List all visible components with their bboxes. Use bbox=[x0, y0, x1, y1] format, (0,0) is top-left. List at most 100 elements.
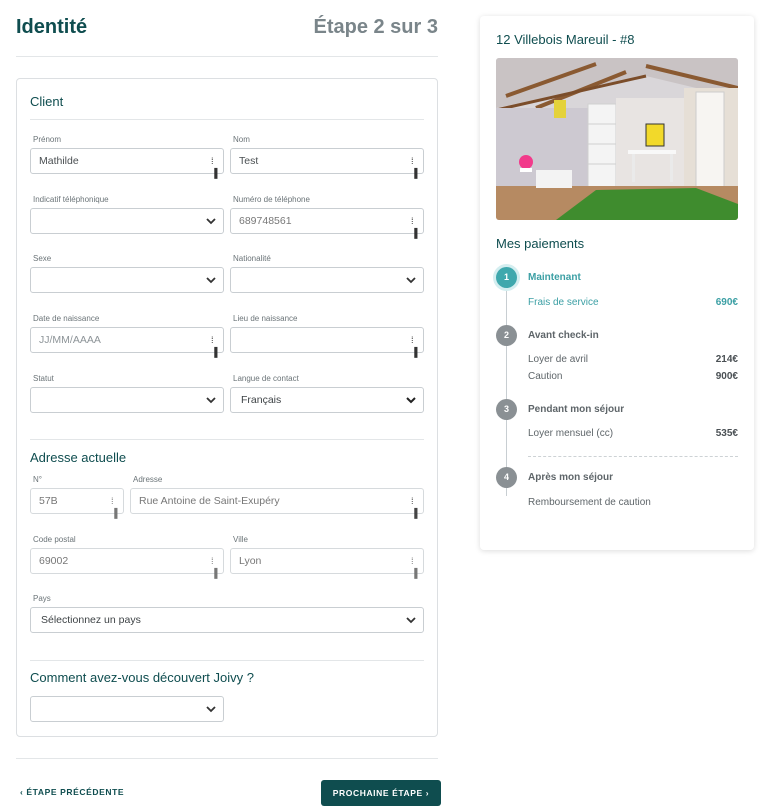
chevron-right-icon: › bbox=[422, 788, 430, 798]
page-header: Identité Étape 2 sur 3 bbox=[16, 16, 438, 56]
timeline-dashed-divider bbox=[528, 456, 738, 457]
payment-line-item: Caution 900€ bbox=[528, 371, 738, 382]
adresse-label: Adresse bbox=[133, 475, 163, 484]
step-4-circle: 4 bbox=[496, 467, 517, 488]
ville-label: Ville bbox=[233, 535, 248, 544]
prenom-input[interactable]: Mathilde ⁞▐ bbox=[30, 148, 224, 178]
step-1-title: Maintenant bbox=[528, 272, 581, 283]
statut-select[interactable] bbox=[30, 387, 224, 413]
adresse-section-title: Adresse actuelle bbox=[30, 450, 127, 465]
payment-line-item: Frais de service 690€ bbox=[528, 297, 738, 308]
date-naissance-label: Date de naissance bbox=[33, 314, 100, 323]
payment-amount: 900€ bbox=[715, 371, 738, 382]
chevron-down-icon bbox=[206, 706, 216, 713]
payment-label: Caution bbox=[528, 371, 563, 382]
adresse-section-divider bbox=[30, 439, 424, 440]
lieu-naissance-input[interactable]: ⁞▐ bbox=[230, 327, 424, 357]
password-manager-icon[interactable]: ⁞▐ bbox=[411, 555, 419, 578]
chevron-down-icon bbox=[406, 277, 416, 284]
password-manager-icon[interactable]: ⁞▐ bbox=[211, 334, 219, 357]
nationalite-select[interactable] bbox=[230, 267, 424, 293]
numero-value: 57B bbox=[39, 495, 58, 507]
code-postal-value: 69002 bbox=[39, 555, 69, 567]
nom-value: Test bbox=[239, 155, 259, 167]
password-manager-icon[interactable]: ⁞▐ bbox=[411, 215, 419, 238]
payment-label: Loyer mensuel (cc) bbox=[528, 428, 614, 439]
pays-label: Pays bbox=[33, 594, 51, 603]
date-naissance-input[interactable]: JJ/MM/AAAA ⁞▐ bbox=[30, 327, 224, 357]
nom-label: Nom bbox=[233, 135, 250, 144]
identity-form: Client Prénom Mathilde ⁞▐ Nom Test ⁞▐ In… bbox=[16, 78, 438, 737]
date-naissance-placeholder: JJ/MM/AAAA bbox=[39, 334, 101, 346]
step-1-circle: 1 bbox=[496, 267, 517, 288]
nationalite-label: Nationalité bbox=[233, 254, 271, 263]
footer-divider bbox=[16, 758, 438, 759]
sexe-label: Sexe bbox=[33, 254, 52, 263]
payment-line-item: Remboursement de caution bbox=[528, 497, 738, 508]
decouverte-select[interactable] bbox=[30, 696, 224, 722]
nom-input[interactable]: Test ⁞▐ bbox=[230, 148, 424, 178]
step-4-title: Après mon séjour bbox=[528, 472, 614, 483]
password-manager-icon[interactable]: ⁞▐ bbox=[211, 555, 219, 578]
lieu-naissance-label: Lieu de naissance bbox=[233, 314, 298, 323]
chevron-down-icon bbox=[206, 397, 216, 404]
next-step-label: PROCHAINE ÉTAPE bbox=[332, 788, 423, 798]
payment-amount: 214€ bbox=[715, 354, 738, 365]
ville-value: Lyon bbox=[239, 555, 262, 567]
decouverte-section-divider bbox=[30, 660, 424, 661]
password-manager-icon[interactable]: ⁞▐ bbox=[211, 155, 219, 178]
telephone-input[interactable]: 689748561 ⁞▐ bbox=[230, 208, 424, 238]
decouverte-title: Comment avez-vous découvert Joivy ? bbox=[30, 670, 254, 685]
step-3-circle: 3 bbox=[496, 399, 517, 420]
chevron-down-icon bbox=[206, 218, 216, 225]
client-section-divider bbox=[30, 119, 424, 120]
previous-step-link[interactable]: ‹ ÉTAPE PRÉCÉDENTE bbox=[20, 787, 124, 797]
payments-title: Mes paiements bbox=[496, 236, 585, 251]
code-postal-label: Code postal bbox=[33, 535, 76, 544]
timeline-line bbox=[506, 287, 507, 496]
pays-select[interactable]: Sélectionnez un pays bbox=[30, 607, 424, 633]
chevron-down-icon bbox=[406, 617, 416, 624]
step-2-title: Avant check-in bbox=[528, 330, 599, 341]
pays-value: Sélectionnez un pays bbox=[41, 614, 141, 626]
indicatif-select[interactable] bbox=[30, 208, 224, 234]
langue-value: Français bbox=[241, 394, 282, 406]
password-manager-icon[interactable]: ⁞▐ bbox=[411, 334, 419, 357]
booking-summary-card: 12 Villebois Mareuil - #8 Mes paiements … bbox=[480, 16, 754, 550]
password-manager-icon[interactable]: ⁞▐ bbox=[411, 155, 419, 178]
langue-select[interactable]: Français bbox=[230, 387, 424, 413]
indicatif-label: Indicatif téléphonique bbox=[33, 195, 109, 204]
sexe-select[interactable] bbox=[30, 267, 224, 293]
prenom-value: Mathilde bbox=[39, 155, 79, 167]
password-manager-icon[interactable]: ⁞▐ bbox=[411, 495, 419, 518]
prenom-label: Prénom bbox=[33, 135, 62, 144]
payment-amount: 690€ bbox=[715, 297, 738, 308]
step-2-circle: 2 bbox=[496, 325, 517, 346]
password-manager-icon[interactable]: ⁞▐ bbox=[111, 495, 119, 518]
room-photo-image bbox=[496, 58, 738, 220]
payment-line-item: Loyer de avril 214€ bbox=[528, 354, 738, 365]
code-postal-input[interactable]: 69002 ⁞▐ bbox=[30, 548, 224, 578]
payment-label: Loyer de avril bbox=[528, 354, 589, 365]
adresse-value: Rue Antoine de Saint-Exupéry bbox=[139, 495, 280, 507]
numero-input[interactable]: 57B ⁞▐ bbox=[30, 488, 124, 518]
ville-input[interactable]: Lyon ⁞▐ bbox=[230, 548, 424, 578]
telephone-value: 689748561 bbox=[239, 215, 292, 227]
adresse-input[interactable]: Rue Antoine de Saint-Exupéry ⁞▐ bbox=[130, 488, 424, 518]
payment-amount: 535€ bbox=[715, 428, 738, 439]
payment-label: Frais de service bbox=[528, 297, 599, 308]
chevron-down-icon bbox=[206, 277, 216, 284]
step-indicator: Étape 2 sur 3 bbox=[313, 16, 438, 38]
header-divider bbox=[16, 56, 438, 57]
langue-label: Langue de contact bbox=[233, 374, 299, 383]
next-step-button[interactable]: PROCHAINE ÉTAPE › bbox=[321, 780, 441, 806]
page-title: Identité bbox=[16, 16, 88, 38]
step-3-title: Pendant mon séjour bbox=[528, 404, 625, 415]
property-photo bbox=[496, 58, 738, 220]
previous-step-label: ÉTAPE PRÉCÉDENTE bbox=[26, 787, 125, 797]
payment-label: Remboursement de caution bbox=[528, 497, 651, 508]
statut-label: Statut bbox=[33, 374, 54, 383]
numero-label: N° bbox=[33, 475, 42, 484]
client-section-title: Client bbox=[30, 94, 64, 109]
chevron-down-icon bbox=[406, 397, 416, 404]
